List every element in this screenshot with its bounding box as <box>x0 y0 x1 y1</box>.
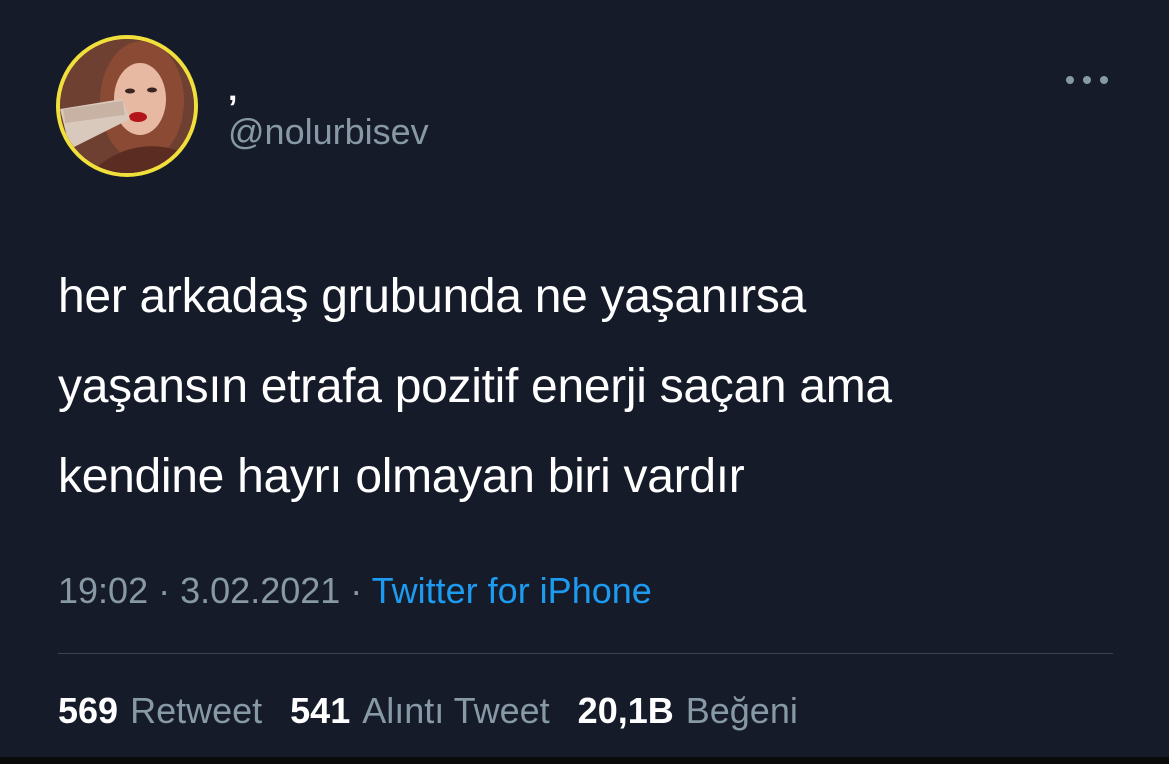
tweet-date[interactable]: 3.02.2021 <box>180 570 340 611</box>
tweet-meta: 19:02 · 3.02.2021 · Twitter for iPhone <box>58 573 652 609</box>
tweet-text-line: her arkadaş grubunda ne yaşanırsa <box>58 270 806 323</box>
retweet-count[interactable]: 569 Retweet <box>58 693 262 729</box>
divider <box>58 653 1113 654</box>
more-horizontal-icon-dot <box>1100 76 1108 84</box>
stat-value: 569 <box>58 690 119 731</box>
tweet-stats: 569 Retweet 541 Alıntı Tweet 20,1B Beğen… <box>58 693 826 729</box>
avatar[interactable] <box>56 35 198 177</box>
stat-label: Retweet <box>130 690 263 731</box>
more-options-button[interactable] <box>1066 73 1108 87</box>
avatar-photo-icon <box>60 39 194 173</box>
tweet-text-line: yaşansın etrafa pozitif enerji saçan ama <box>58 360 892 413</box>
more-horizontal-icon-dot <box>1083 76 1091 84</box>
tweet-card: ‚ @nolurbisev her arkadaş grubunda ne ya… <box>0 0 1169 757</box>
stat-label: Beğeni <box>685 690 798 731</box>
meta-separator: · <box>350 570 363 611</box>
quote-tweet-count[interactable]: 541 Alıntı Tweet <box>290 693 550 729</box>
stat-value: 541 <box>290 690 351 731</box>
stat-value: 20,1B <box>577 690 674 731</box>
meta-separator: · <box>158 570 171 611</box>
tweet-time[interactable]: 19:02 <box>58 570 148 611</box>
more-horizontal-icon <box>1066 76 1074 84</box>
stat-label: Alıntı Tweet <box>362 690 550 731</box>
user-handle[interactable]: @nolurbisev <box>228 114 429 150</box>
display-name[interactable]: ‚ <box>228 72 237 106</box>
tweet-text: her arkadaş grubunda ne yaşanırsa yaşans… <box>58 252 1118 522</box>
tweet-text-line: kendine hayrı olmayan biri vardır <box>58 450 745 503</box>
like-count[interactable]: 20,1B Beğeni <box>578 693 798 729</box>
tweet-source-link[interactable]: Twitter for iPhone <box>372 570 652 611</box>
